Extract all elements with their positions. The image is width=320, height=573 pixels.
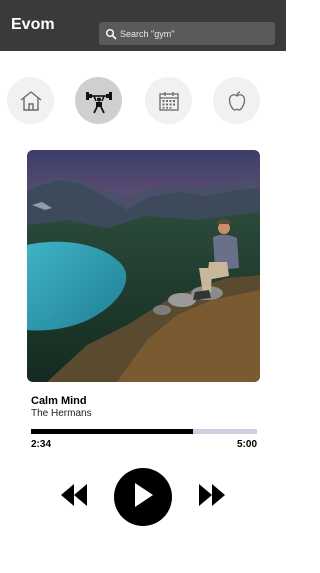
progress-bar[interactable]	[31, 429, 257, 434]
elapsed-time: 2:34	[31, 439, 52, 450]
app-logo[interactable]: Evom	[11, 16, 55, 34]
search-input[interactable]: Search "gym"	[120, 29, 174, 39]
nav-calendar-button[interactable]	[145, 77, 192, 124]
search-icon	[105, 28, 117, 40]
apple-icon	[226, 90, 248, 112]
album-artwork	[27, 150, 260, 382]
play-icon	[132, 482, 154, 513]
next-button[interactable]	[198, 483, 226, 512]
music-player-app: Evom Search "gym" Calm Mind The Hermans …	[0, 0, 286, 573]
nav-workout-button[interactable]	[75, 77, 122, 124]
rewind-icon	[60, 483, 88, 512]
dumbbell-person-icon	[85, 87, 113, 115]
fast-forward-icon	[198, 483, 226, 512]
track-title: Calm Mind	[31, 395, 87, 407]
home-icon	[19, 90, 43, 112]
total-time: 5:00	[236, 439, 257, 450]
nav-home-button[interactable]	[7, 77, 54, 124]
play-button[interactable]	[114, 468, 172, 526]
search-bar[interactable]: Search "gym"	[99, 22, 275, 45]
calendar-icon	[158, 90, 180, 112]
track-artist: The Hermans	[31, 408, 92, 419]
progress-fill	[31, 429, 193, 434]
nav-nutrition-button[interactable]	[213, 77, 260, 124]
previous-button[interactable]	[60, 483, 88, 512]
top-bar: Evom Search "gym"	[0, 0, 286, 51]
